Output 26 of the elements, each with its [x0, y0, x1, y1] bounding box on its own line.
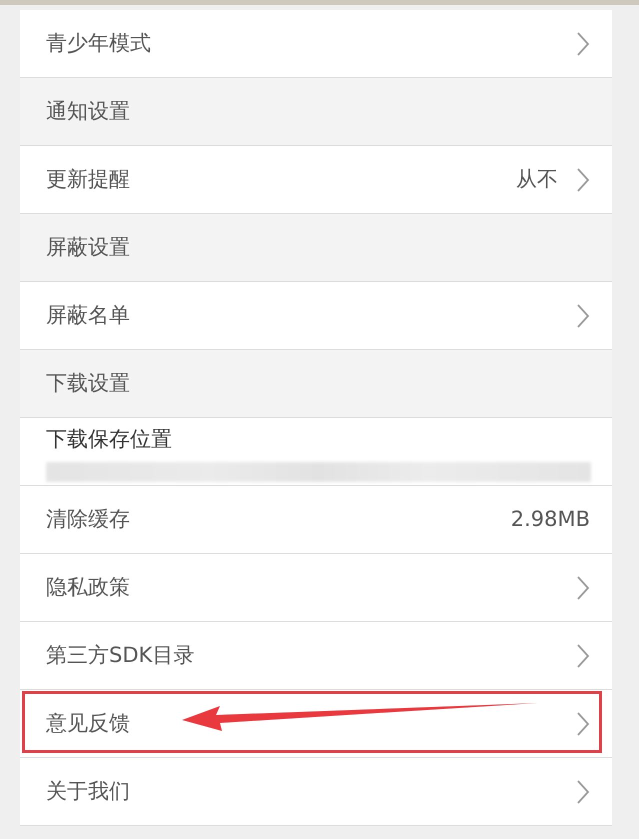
setting-label: 青少年模式 [46, 30, 151, 57]
chevron-icon [576, 642, 590, 668]
chevron-icon [576, 778, 590, 804]
setting-label: 意见反馈 [46, 710, 130, 737]
section-header: 通知设置 [20, 78, 612, 146]
chevron-icon [576, 302, 590, 328]
setting-label: 屏蔽名单 [46, 302, 130, 329]
settings-row[interactable]: 第三方SDK目录 [20, 622, 612, 690]
setting-value: 2.98MB [510, 506, 590, 533]
chevron-icon [576, 574, 590, 600]
settings-row[interactable]: 清除缓存 2.98MB [20, 486, 612, 554]
setting-label: 关于我们 [46, 778, 130, 805]
setting-label: 清除缓存 [46, 506, 130, 533]
setting-label: 隐私政策 [46, 574, 130, 601]
chevron-icon [576, 30, 590, 56]
setting-label: 第三方SDK目录 [46, 642, 194, 669]
setting-label: 更新提醒 [46, 166, 130, 193]
settings-row[interactable]: 隐私政策 [20, 554, 612, 622]
section-header: 屏蔽设置 [20, 214, 612, 282]
setting-value: 从不 [516, 166, 558, 193]
chevron-icon [576, 166, 590, 192]
setting-label: 下载保存位置 [46, 426, 172, 453]
section-header: 下载设置 [20, 350, 612, 418]
chevron-icon [576, 710, 590, 736]
settings-row[interactable]: 关于我们 [20, 758, 612, 826]
settings-row[interactable]: 意见反馈 [20, 690, 612, 758]
